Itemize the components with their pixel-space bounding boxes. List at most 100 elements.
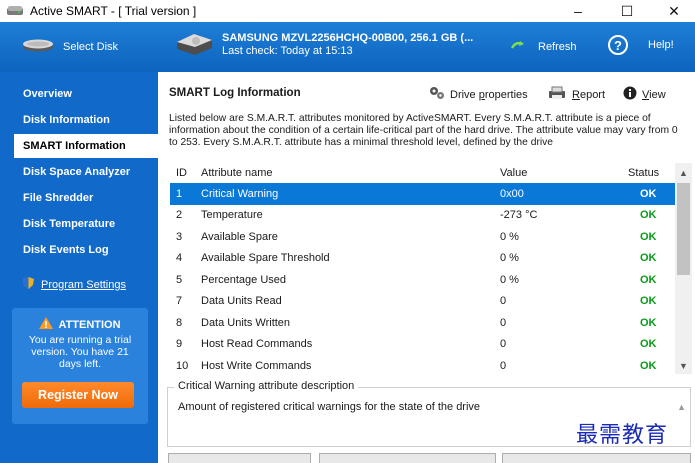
row-value: 0 % xyxy=(500,230,519,243)
refresh-icon xyxy=(510,39,526,54)
row-name: Percentage Used xyxy=(201,273,286,286)
header-bar: Select Disk SAMSUNG MZVL2256HCHQ-00B00, … xyxy=(0,22,695,72)
sidebar-item-disk-events-log[interactable]: Disk Events Log xyxy=(14,238,158,262)
row-value: -273 °C xyxy=(500,209,538,222)
column-status[interactable]: Status xyxy=(624,167,675,179)
column-attribute-name[interactable]: Attribute name xyxy=(201,167,500,179)
table-row[interactable]: 10 Host Write Commands 0 OK xyxy=(170,355,675,377)
row-status: OK xyxy=(640,187,657,200)
column-id[interactable]: ID xyxy=(170,167,201,179)
row-status: OK xyxy=(640,316,657,329)
maximize-button[interactable]: ☐ xyxy=(604,0,650,22)
row-status: OK xyxy=(640,359,657,372)
sidebar-item-disk-space-analyzer[interactable]: Disk Space Analyzer xyxy=(14,160,158,184)
column-value[interactable]: Value xyxy=(500,167,624,179)
table-row[interactable]: 3 Available Spare 0 % OK xyxy=(170,226,675,248)
description-text: Amount of registered critical warnings f… xyxy=(178,401,481,413)
table-row[interactable]: 1 Critical Warning 0x00 OK xyxy=(170,183,675,205)
row-status: OK xyxy=(640,230,657,243)
row-id: 2 xyxy=(176,209,183,222)
minimize-icon: – xyxy=(574,3,582,19)
row-status: OK xyxy=(640,209,657,222)
select-disk-button[interactable]: Select Disk xyxy=(22,38,118,55)
row-value: 0 xyxy=(500,316,507,329)
row-name: Host Write Commands xyxy=(201,359,312,372)
help-icon: ? xyxy=(608,35,628,55)
app-disk-icon xyxy=(6,4,24,18)
row-value: 0 xyxy=(500,338,507,351)
row-id: 5 xyxy=(176,273,183,286)
shield-icon xyxy=(22,276,35,293)
row-status: OK xyxy=(640,295,657,308)
maximize-icon: ☐ xyxy=(620,2,634,19)
sidebar-item-disk-information[interactable]: Disk Information xyxy=(14,108,158,132)
sidebar-item-file-shredder[interactable]: File Shredder xyxy=(14,186,158,210)
description-scroll-up-icon[interactable]: ▲ xyxy=(677,402,686,412)
close-icon: ✕ xyxy=(668,2,680,19)
bottom-button-3[interactable] xyxy=(502,453,691,463)
last-check: Last check: Today at 15:13 xyxy=(222,45,353,57)
hard-drive-icon xyxy=(174,30,214,59)
trial-notice: ATTENTION You are running a trial versio… xyxy=(12,308,148,424)
sidebar-item-overview[interactable]: Overview xyxy=(14,82,158,106)
program-settings-label: Program Settings xyxy=(41,278,126,291)
row-value: 0 % xyxy=(500,273,519,286)
table-scrollbar[interactable]: ▲ ▼ xyxy=(675,163,692,374)
view-button[interactable]: View xyxy=(623,86,666,103)
row-value: 0 xyxy=(500,295,507,308)
attention-title: ATTENTION xyxy=(58,318,121,331)
register-now-button[interactable]: Register Now xyxy=(22,382,134,408)
row-value: 0 xyxy=(500,359,507,372)
sidebar-item-smart-information[interactable]: SMART Information xyxy=(14,134,158,158)
row-id: 1 xyxy=(176,187,183,200)
scrollbar-thumb[interactable] xyxy=(677,183,690,275)
table-row[interactable]: 5 Percentage Used 0 % OK xyxy=(170,269,675,291)
sidebar: Overview Disk Information SMART Informat… xyxy=(0,72,158,463)
printer-icon xyxy=(547,86,567,103)
row-name: Available Spare Threshold xyxy=(201,252,330,265)
table-header: ID Attribute name Value Status xyxy=(170,163,675,183)
help-button[interactable]: ? Help! xyxy=(608,35,674,55)
row-name: Host Read Commands xyxy=(201,338,313,351)
row-name: Data Units Read xyxy=(201,295,282,308)
sidebar-item-disk-temperature[interactable]: Disk Temperature xyxy=(14,212,158,236)
watermark: 最需教育 xyxy=(576,423,669,448)
row-status: OK xyxy=(640,338,657,351)
row-name: Critical Warning xyxy=(201,187,279,200)
disk-info: SAMSUNG MZVL2256HCHQ-00B00, 256.1 GB (..… xyxy=(174,30,473,59)
close-button[interactable]: ✕ xyxy=(651,0,695,22)
select-disk-label: Select Disk xyxy=(63,40,119,53)
scroll-down-icon[interactable]: ▼ xyxy=(675,358,692,374)
drive-properties-label-post: roperties xyxy=(484,88,528,101)
minimize-button[interactable]: – xyxy=(555,0,601,22)
row-id: 7 xyxy=(176,295,183,308)
row-id: 10 xyxy=(176,359,189,372)
row-name: Data Units Written xyxy=(201,316,291,329)
table-row[interactable]: 7 Data Units Read 0 OK xyxy=(170,291,675,313)
row-id: 8 xyxy=(176,316,183,329)
drive-properties-label-pre: Drive xyxy=(450,88,479,101)
row-id: 4 xyxy=(176,252,183,265)
bottom-button-1[interactable] xyxy=(168,453,311,463)
table-row[interactable]: 2 Temperature -273 °C OK xyxy=(170,205,675,227)
program-settings-link[interactable]: Program Settings xyxy=(22,276,126,293)
drive-properties-button[interactable]: Drive properties xyxy=(429,86,528,103)
table-row[interactable]: 4 Available Spare Threshold 0 % OK xyxy=(170,248,675,270)
row-id: 9 xyxy=(176,338,183,351)
scroll-up-icon[interactable]: ▲ xyxy=(675,165,692,181)
trial-message: You are running a trial version. You hav… xyxy=(28,334,132,370)
row-status: OK xyxy=(640,273,657,286)
report-button[interactable]: Report xyxy=(547,86,605,103)
gears-icon xyxy=(429,86,445,103)
table-row[interactable]: 9 Host Read Commands 0 OK xyxy=(170,334,675,356)
disk-name: SAMSUNG MZVL2256HCHQ-00B00, 256.1 GB (..… xyxy=(222,32,474,44)
report-label-post: eport xyxy=(579,88,606,101)
row-value: 0x00 xyxy=(500,187,524,200)
table-row[interactable]: 8 Data Units Written 0 OK xyxy=(170,312,675,334)
bottom-button-2[interactable] xyxy=(319,453,496,463)
window-title: Active SMART - [ Trial version ] xyxy=(30,4,197,18)
panel-title: SMART Log Information xyxy=(169,87,301,99)
row-name: Available Spare xyxy=(201,230,278,243)
row-status: OK xyxy=(640,252,657,265)
refresh-button[interactable]: Refresh xyxy=(510,39,577,54)
